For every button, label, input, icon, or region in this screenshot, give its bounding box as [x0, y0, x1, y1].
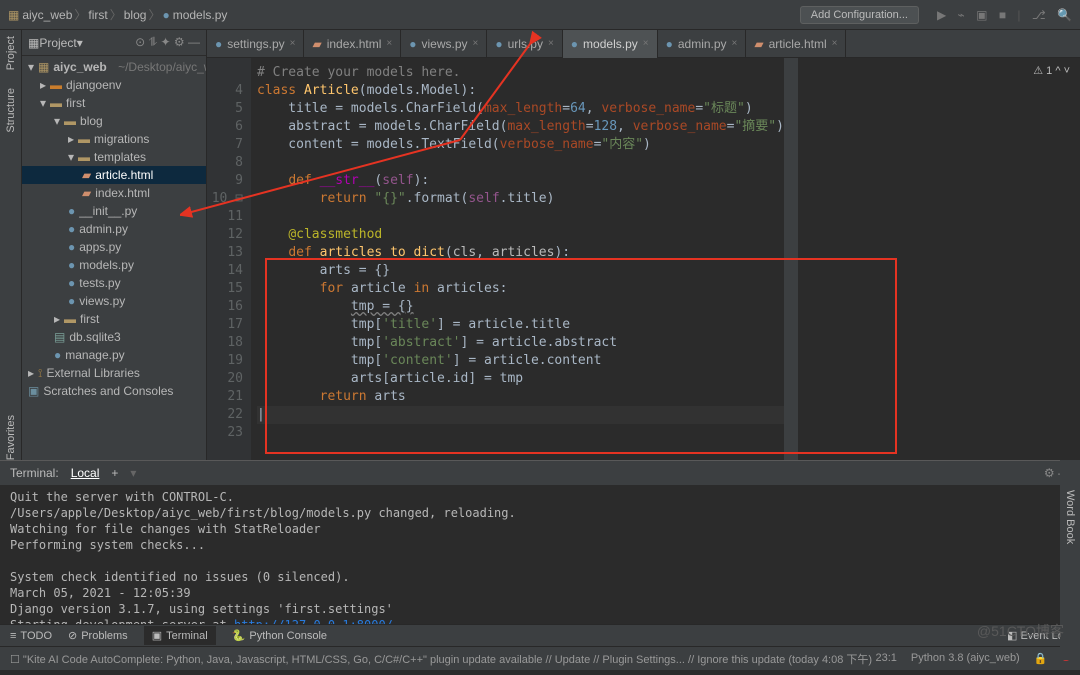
structure-tool-button[interactable]: Structure: [5, 88, 17, 133]
editor-area: ●settings.py× ▰index.html× ●views.py× ●u…: [207, 30, 1080, 460]
tree-migrations: ▸▬migrations: [22, 130, 206, 148]
project-tool-button[interactable]: Project: [5, 36, 17, 70]
bottom-tool-bar: ≡ TODO ⊘ Problems ▣ Terminal 🐍 Python Co…: [0, 624, 1080, 646]
debug-icon[interactable]: ⌁: [958, 8, 965, 22]
navigation-bar: ▦ aiyc_web 〉 first 〉 blog 〉 ● models.py …: [0, 0, 1080, 30]
tree-models: ●models.py: [22, 256, 206, 274]
wordbook-tool-button[interactable]: Word Book: [1064, 490, 1076, 544]
tab-settings[interactable]: ●settings.py×: [207, 30, 304, 58]
code-editor[interactable]: # Create your models here. class Article…: [251, 58, 784, 460]
tree-index-html: ▰index.html: [22, 184, 206, 202]
run-coverage-icon[interactable]: ▣: [976, 8, 987, 22]
tree-scratches: ▣Scratches and Consoles: [22, 382, 206, 400]
terminal-panel: Terminal: Local + ▾ ⚙ — Quit the server …: [0, 460, 1080, 624]
terminal-output[interactable]: Quit the server with CONTROL-C. /Users/a…: [0, 485, 1080, 624]
tree-manage: ●manage.py: [22, 346, 206, 364]
tree-first: ▾▬first: [22, 94, 206, 112]
breadcrumb-first: first: [88, 8, 107, 22]
status-bar: ☐ "Kite AI Code AutoComplete: Python, Ja…: [0, 646, 1080, 670]
tab-article[interactable]: ▰article.html×: [746, 30, 846, 58]
server-url-link[interactable]: http://127.0.0.1:8000/: [234, 618, 393, 624]
tree-templates: ▾▬templates: [22, 148, 206, 166]
git-icon[interactable]: ⎇: [1032, 8, 1046, 22]
search-icon[interactable]: 🔍: [1057, 8, 1072, 22]
stop-icon[interactable]: ■: [999, 8, 1006, 22]
python-console-tool-button[interactable]: 🐍 Python Console: [232, 629, 327, 642]
status-message[interactable]: "Kite AI Code AutoComplete: Python, Java…: [23, 654, 872, 666]
line-gutter[interactable]: 45678910 ⊟11121314151617181920212223: [207, 58, 251, 460]
breadcrumb-file: ● models.py: [162, 8, 227, 22]
tree-first2: ▸▬first: [22, 310, 206, 328]
favorites-tool-button[interactable]: Favorites: [5, 415, 17, 460]
terminal-tab-local[interactable]: Local: [71, 466, 100, 480]
project-tree[interactable]: ▾▦aiyc_web ~/Desktop/aiyc_we ▸▬djangoenv…: [22, 56, 206, 460]
lock-icon[interactable]: 🔒: [1034, 652, 1048, 665]
project-panel-header[interactable]: ▦ Project ▾ ⊙ ⥮ ✦ ⚙ —: [22, 30, 206, 56]
tab-views[interactable]: ●views.py×: [401, 30, 487, 58]
caret-position[interactable]: 23:1: [875, 652, 896, 665]
tree-db: ▤db.sqlite3: [22, 328, 206, 346]
tree-root: ▾▦aiyc_web ~/Desktop/aiyc_we: [22, 58, 206, 76]
project-panel: ▦ Project ▾ ⊙ ⥮ ✦ ⚙ — ▾▦aiyc_web ~/Deskt…: [22, 30, 207, 460]
breadcrumb-blog: blog: [124, 8, 147, 22]
add-configuration-button[interactable]: Add Configuration...: [800, 6, 919, 24]
problems-tool-button[interactable]: ⊘ Problems: [68, 629, 128, 642]
breadcrumb[interactable]: ▦ aiyc_web 〉 first 〉 blog 〉 ● models.py: [8, 6, 227, 23]
tree-views: ●views.py: [22, 292, 206, 310]
tab-admin[interactable]: ●admin.py×: [658, 30, 747, 58]
error-stripe[interactable]: [784, 58, 798, 460]
tree-article-html: ▰article.html: [22, 166, 206, 184]
toolbar-run-icons: ▶ ⌁ ▣ ■ | ⎇ 🔍: [929, 8, 1072, 22]
todo-tool-button[interactable]: ≡ TODO: [10, 630, 52, 642]
tree-apps: ●apps.py: [22, 238, 206, 256]
tree-ext-lib: ▸⟟External Libraries: [22, 364, 206, 382]
tree-admin: ●admin.py: [22, 220, 206, 238]
tab-urls[interactable]: ●urls.py×: [487, 30, 562, 58]
tab-index[interactable]: ▰index.html×: [304, 30, 401, 58]
breadcrumb-root: ▦ aiyc_web: [8, 8, 72, 22]
editor-tabs: ●settings.py× ▰index.html× ●views.py× ●u…: [207, 30, 1080, 58]
terminal-tool-button[interactable]: ▣ Terminal: [144, 626, 216, 645]
watermark: @51CTO博客: [977, 621, 1064, 641]
tab-models[interactable]: ●models.py×: [563, 30, 658, 58]
tree-tests: ●tests.py: [22, 274, 206, 292]
python-interpreter[interactable]: Python 3.8 (aiyc_web): [911, 652, 1020, 665]
terminal-header: Terminal: Local + ▾ ⚙ —: [0, 461, 1080, 485]
tree-init: ●__init__.py: [22, 202, 206, 220]
terminal-add-tab[interactable]: +: [111, 466, 118, 480]
tree-blog: ▾▬blog: [22, 112, 206, 130]
run-icon[interactable]: ▶: [937, 8, 946, 22]
left-tool-strip: Project Structure Favorites: [0, 30, 22, 460]
tree-djangoenv: ▸▬djangoenv: [22, 76, 206, 94]
terminal-title: Terminal:: [10, 466, 59, 480]
